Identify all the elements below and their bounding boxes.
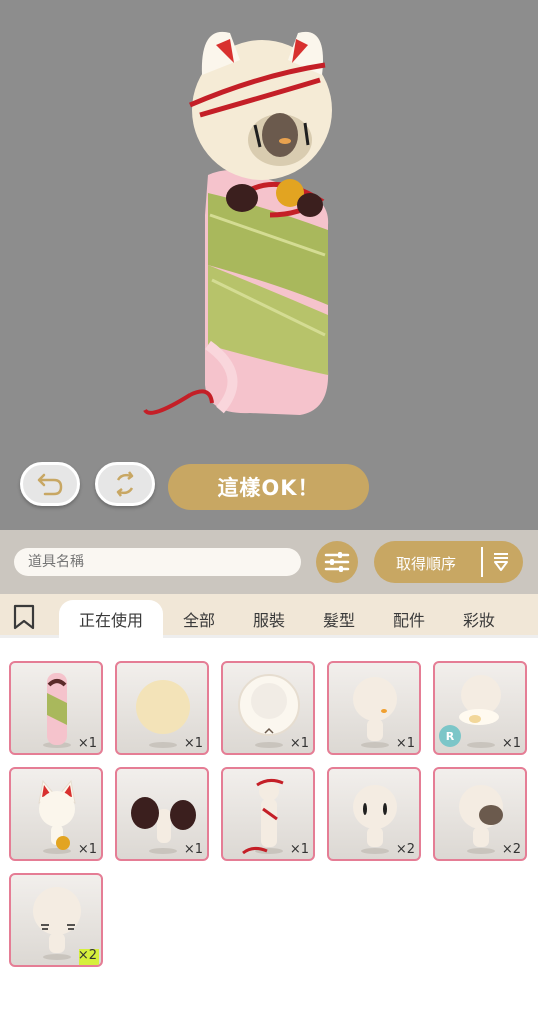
sliders-icon bbox=[324, 552, 350, 572]
inventory-item-curly-hair[interactable]: ×1 bbox=[221, 661, 315, 755]
tab-all[interactable]: 全部 bbox=[170, 600, 228, 638]
sort-order-button[interactable]: 取得順序 bbox=[374, 541, 523, 583]
inventory-item-mochi-outfit[interactable]: ×1 bbox=[9, 661, 103, 755]
inventory-item-mouth-makeup[interactable]: ×1 bbox=[327, 661, 421, 755]
item-count: ×1 bbox=[289, 736, 309, 751]
item-count: ×1 bbox=[501, 736, 521, 751]
undo-arrow-icon bbox=[37, 473, 63, 496]
tab-in-use[interactable]: 正在使用 bbox=[59, 600, 163, 638]
inventory-item-fur-muff[interactable]: ×1 bbox=[115, 767, 209, 861]
inventory-item-cat-ears[interactable]: ×1 bbox=[9, 767, 103, 861]
ok-confirm-button[interactable]: 這樣OK！ bbox=[168, 464, 369, 510]
randomize-button[interactable] bbox=[95, 462, 155, 506]
item-name-search-input[interactable] bbox=[14, 548, 301, 576]
item-count: ×2 bbox=[501, 842, 521, 857]
tab-clothing[interactable]: 服裝 bbox=[240, 600, 298, 638]
item-count: ×2 bbox=[395, 842, 415, 857]
undo-button[interactable] bbox=[20, 462, 80, 506]
tab-accessories[interactable]: 配件 bbox=[380, 600, 438, 638]
refresh-cycle-icon bbox=[116, 471, 134, 497]
inventory-item-cream-fluff[interactable]: R ×1 bbox=[433, 661, 527, 755]
inventory-item-closed-eyes[interactable]: ×2 bbox=[9, 873, 103, 967]
item-count: ×1 bbox=[183, 736, 203, 751]
item-count: ×1 bbox=[183, 842, 203, 857]
avatar-figure bbox=[143, 31, 332, 415]
rarity-badge: R bbox=[439, 725, 461, 747]
category-tab-bar: 正在使用 全部 服裝 髮型 配件 彩妝 bbox=[0, 594, 538, 638]
inventory-item-black-eyes[interactable]: ×2 bbox=[327, 767, 421, 861]
item-count: ×1 bbox=[77, 736, 97, 751]
item-count: ×1 bbox=[395, 736, 415, 751]
inventory-item-red-string[interactable]: ×1 bbox=[221, 767, 315, 861]
sort-divider bbox=[481, 547, 483, 577]
tab-hairstyle[interactable]: 髮型 bbox=[310, 600, 368, 638]
item-count: ×1 bbox=[289, 842, 309, 857]
bookmark-icon[interactable] bbox=[12, 604, 36, 630]
item-count: ×1 bbox=[77, 842, 97, 857]
inventory-item-nose-patch[interactable]: ×2 bbox=[433, 767, 527, 861]
sort-order-label: 取得順序 bbox=[396, 555, 457, 573]
filter-button[interactable] bbox=[316, 541, 358, 583]
tab-makeup[interactable]: 彩妝 bbox=[450, 600, 508, 638]
sort-down-icon bbox=[494, 553, 508, 571]
avatar-preview-stage: 這樣OK！ bbox=[0, 0, 538, 530]
inventory-item-round-back[interactable]: ×1 bbox=[115, 661, 209, 755]
item-count: ×2 bbox=[77, 948, 97, 963]
